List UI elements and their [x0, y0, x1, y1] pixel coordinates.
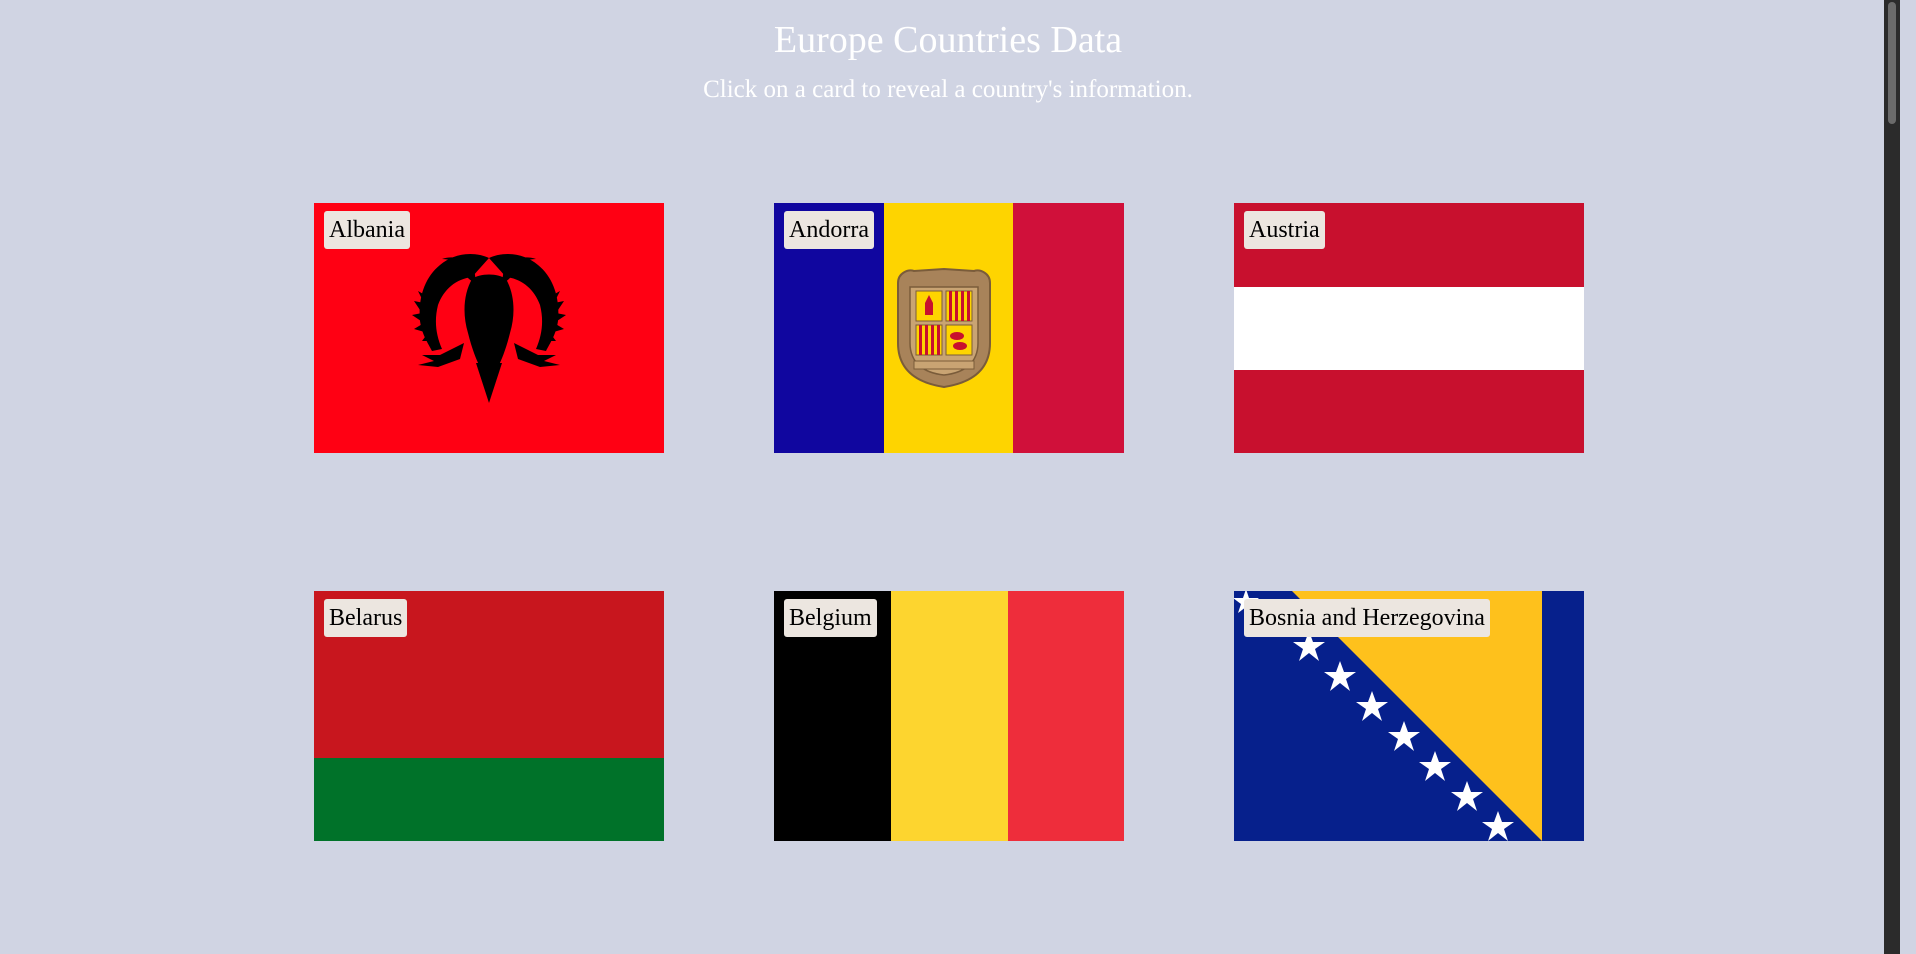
- country-name-label: Bosnia and Herzegovina: [1244, 599, 1490, 637]
- page-subtitle: Click on a card to reveal a country's in…: [703, 76, 1193, 103]
- scrollbar-thumb[interactable]: [1888, 2, 1896, 124]
- coat-of-arms-icon: [897, 267, 991, 389]
- country-name-label: Belarus: [324, 599, 408, 637]
- country-card-austria[interactable]: Austria: [1234, 203, 1584, 453]
- country-card-belgium[interactable]: Belgium: [774, 591, 1124, 841]
- country-name-label: Albania: [324, 211, 410, 249]
- page-title: Europe Countries Data: [773, 19, 1123, 61]
- country-card-albania[interactable]: Albania: [314, 203, 664, 453]
- country-name-label: Belgium: [784, 599, 877, 637]
- country-card-belarus[interactable]: Belarus: [314, 591, 664, 841]
- page: Europe Countries Data Click on a card to…: [0, 0, 1900, 954]
- country-card-andorra[interactable]: Andorra: [774, 203, 1124, 453]
- country-name-label: Austria: [1244, 211, 1325, 249]
- vertical-scrollbar[interactable]: [1884, 0, 1900, 954]
- country-name-label: Andorra: [784, 211, 874, 249]
- country-card-bosnia-and-herzegovina[interactable]: Bosnia and Herzegovina: [1234, 591, 1584, 841]
